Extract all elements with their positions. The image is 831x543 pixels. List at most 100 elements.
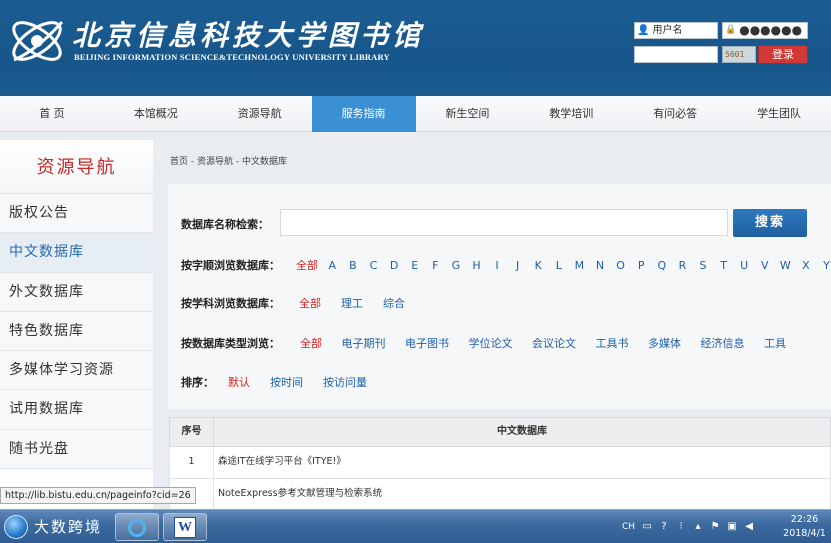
nav-item-training[interactable]: 教学培训	[519, 96, 623, 132]
letter-filter-x[interactable]: X	[796, 259, 817, 272]
letter-filter-s[interactable]: S	[693, 259, 714, 272]
sort-by-time[interactable]: 按时间	[270, 374, 303, 390]
letter-filter-y[interactable]: Y	[816, 259, 831, 272]
letter-filter-a[interactable]: A	[322, 259, 343, 272]
password-field[interactable]: 🔒 ●●●●●●	[722, 22, 808, 39]
type-filter-tools[interactable]: 工具	[764, 335, 786, 351]
letter-filter-l[interactable]: L	[549, 259, 570, 272]
nav-item-faq[interactable]: 有问必答	[623, 96, 727, 132]
windows-start-icon	[4, 515, 28, 539]
sort-options: 默认 按时间 按访问量	[228, 374, 367, 390]
letter-filter-c[interactable]: C	[363, 259, 384, 272]
sidebar-item-multimedia[interactable]: 多媒体学习资源	[0, 351, 153, 391]
letter-filter-f[interactable]: F	[425, 259, 446, 272]
sidebar-item-chinese-db[interactable]: 中文数据库	[0, 233, 153, 273]
letter-filter-n[interactable]: N	[590, 259, 611, 272]
letter-filter-all[interactable]: 全部	[292, 257, 322, 273]
ime-indicator[interactable]: CH	[622, 522, 635, 532]
database-link[interactable]: 森途IT在线学习平台《ITYE!》	[214, 447, 830, 478]
sidebar-item-copyright[interactable]: 版权公告	[0, 194, 153, 234]
taskbar: 大数跨境 W CH ▭ ? ⁝ ▴ ⚑ ▣ ◀ 22:26 2018/4/1	[0, 509, 831, 543]
table-header: 序号 中文数据库	[169, 417, 831, 447]
login-form: 👤 用户名 🔒 ●●●●●● 5601 登录	[634, 22, 810, 66]
captcha-input[interactable]	[634, 46, 718, 63]
nav-item-freshman[interactable]: 新生空间	[416, 96, 520, 132]
sidebar-item-cd[interactable]: 随书光盘	[0, 429, 153, 470]
nav-item-services[interactable]: 服务指南	[311, 96, 416, 132]
letter-filter-j[interactable]: J	[507, 259, 528, 272]
letter-filter-r[interactable]: R	[672, 259, 693, 272]
start-button[interactable]: 大数跨境	[4, 513, 114, 541]
letter-filter-g[interactable]: G	[446, 259, 467, 272]
username-field[interactable]: 👤 用户名	[634, 22, 718, 39]
type-filter-ebook[interactable]: 电子图书	[405, 335, 449, 351]
flag-icon[interactable]: ⚑	[710, 522, 720, 532]
letter-filter-v[interactable]: V	[754, 259, 775, 272]
input-settings-icon[interactable]: ⁝	[676, 522, 686, 532]
letter-filter-i[interactable]: I	[487, 259, 508, 272]
taskbar-word-button[interactable]: W	[163, 513, 207, 541]
sidebar-item-trial-db[interactable]: 试用数据库	[0, 390, 153, 430]
nav-item-student-team[interactable]: 学生团队	[727, 96, 831, 132]
help-icon[interactable]: ?	[659, 522, 669, 532]
taskbar-ie-button[interactable]	[115, 513, 159, 541]
type-filter-all[interactable]: 全部	[300, 335, 322, 351]
type-filter-list: 全部 电子期刊 电子图书 学位论文 会议论文 工具书 多媒体 经济信息 工具	[300, 335, 786, 351]
letter-filter-k[interactable]: K	[528, 259, 549, 272]
clock-date: 2018/4/1	[783, 528, 826, 539]
show-hidden-icons-icon[interactable]: ▴	[693, 522, 703, 532]
letter-filter-o[interactable]: O	[610, 259, 631, 272]
word-icon: W	[174, 517, 196, 538]
start-label: 大数跨境	[34, 518, 103, 536]
type-filter-conference[interactable]: 会议论文	[532, 335, 576, 351]
type-filter-thesis[interactable]: 学位论文	[469, 335, 513, 351]
login-button[interactable]: 登录	[758, 45, 808, 64]
password-value: ●●●●●●	[739, 23, 803, 37]
sidebar-title: 资源导航	[0, 140, 153, 194]
letter-filter-w[interactable]: W	[775, 259, 796, 272]
sidebar-item-special-db[interactable]: 特色数据库	[0, 311, 153, 352]
internet-explorer-icon	[128, 519, 146, 537]
nav-item-home[interactable]: 首 页	[0, 96, 104, 132]
type-filter-multimedia[interactable]: 多媒体	[648, 335, 681, 351]
letter-filter-m[interactable]: M	[569, 259, 590, 272]
table-row: 1 森途IT在线学习平台《ITYE!》	[169, 447, 831, 479]
table-row: NoteExpress参考文献管理与检索系统	[169, 479, 831, 511]
type-filter-reference[interactable]: 工具书	[596, 335, 629, 351]
user-icon: 👤	[637, 25, 650, 36]
letter-filter-t[interactable]: T	[713, 259, 734, 272]
keyboard-icon[interactable]: ▭	[642, 522, 652, 532]
subject-filter-engineering[interactable]: 理工	[341, 295, 363, 311]
volume-icon[interactable]: ◀	[744, 522, 754, 532]
database-link[interactable]: NoteExpress参考文献管理与检索系统	[214, 479, 830, 510]
type-filter-economic[interactable]: 经济信息	[701, 335, 745, 351]
subject-filter-general[interactable]: 综合	[383, 295, 405, 311]
letter-filter-e[interactable]: E	[404, 259, 425, 272]
taskbar-clock[interactable]: 22:26 2018/4/1	[778, 513, 831, 541]
sidebar-item-foreign-db[interactable]: 外文数据库	[0, 272, 153, 312]
subject-filter-all[interactable]: 全部	[299, 295, 321, 311]
letter-filter-h[interactable]: H	[466, 259, 487, 272]
captcha-image[interactable]: 5601	[722, 46, 756, 63]
letter-filter-p[interactable]: P	[631, 259, 652, 272]
site-header: 北京信息科技大学图书馆 BEIJING INFORMATION SCIENCE&…	[0, 0, 831, 96]
letter-filter-b[interactable]: B	[343, 259, 364, 272]
letter-filter-d[interactable]: D	[384, 259, 405, 272]
database-search-input[interactable]	[280, 209, 728, 236]
letter-filter-u[interactable]: U	[734, 259, 755, 272]
network-icon[interactable]: ▣	[727, 522, 737, 532]
nav-item-about[interactable]: 本馆概况	[104, 96, 208, 132]
type-filter-ejournal[interactable]: 电子期刊	[342, 335, 386, 351]
nav-item-resources[interactable]: 资源导航	[208, 96, 312, 132]
letter-filter-q[interactable]: Q	[652, 259, 673, 272]
row-index: 1	[170, 447, 214, 478]
site-title: 北京信息科技大学图书馆	[72, 19, 425, 52]
search-button[interactable]: 搜索	[733, 209, 807, 237]
sidebar: 资源导航 版权公告 中文数据库 外文数据库 特色数据库 多媒体学习资源 试用数据…	[0, 140, 153, 510]
sort-default[interactable]: 默认	[228, 374, 250, 390]
column-name-header: 中文数据库	[497, 426, 547, 437]
sort-by-visits[interactable]: 按访问量	[323, 374, 367, 390]
library-logo-icon[interactable]	[6, 10, 68, 72]
browser-viewport: 北京信息科技大学图书馆 BEIJING INFORMATION SCIENCE&…	[0, 0, 831, 543]
username-placeholder: 用户名	[652, 25, 683, 36]
